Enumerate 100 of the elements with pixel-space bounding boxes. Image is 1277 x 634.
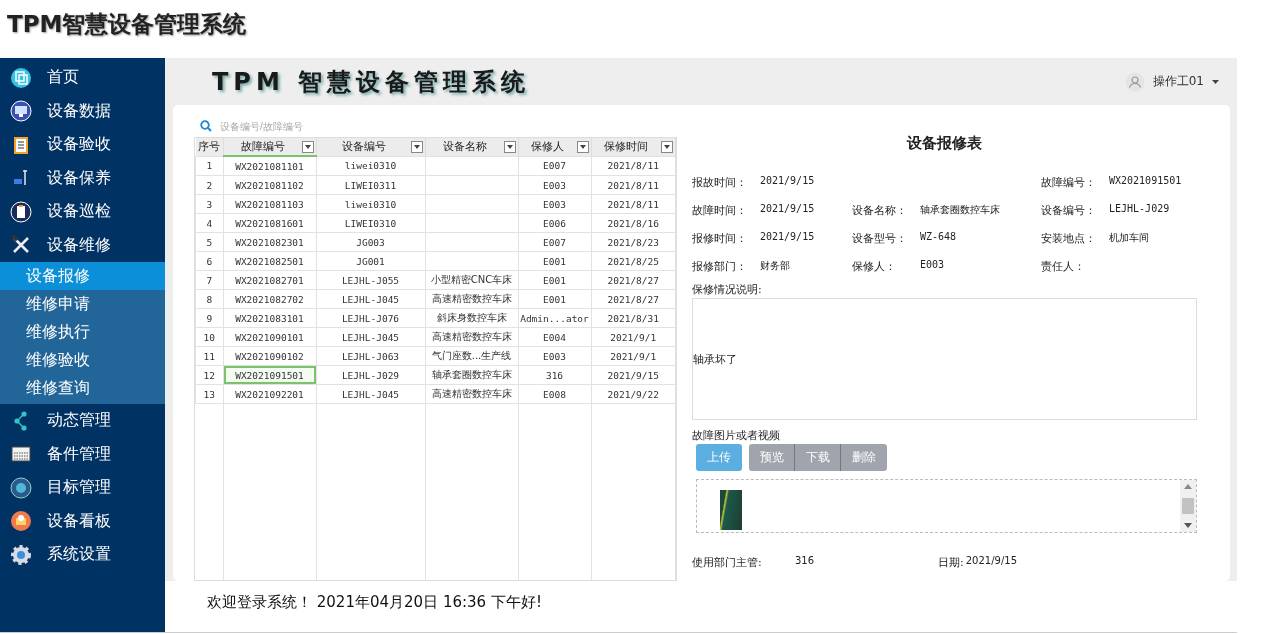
field-value: 财务部 [760,258,790,273]
field-value: 316 [795,555,816,568]
scroll-down-icon[interactable] [1184,523,1192,528]
sidebar-item[interactable]: 备件管理 [0,437,165,471]
table-cell: E007 [518,232,591,252]
sidebar-item[interactable]: 设备数据 [0,94,165,128]
field-label: 报修时间： [692,230,748,246]
table-cell: 2 [195,175,223,195]
table-cell[interactable]: WX2021083101 [223,308,316,328]
table-cell: 10 [195,327,223,347]
field-value: 2021/9/15 [965,555,1017,568]
copy-icon [10,66,32,89]
filter-dropdown[interactable] [410,140,423,153]
scroll-up-icon[interactable] [1184,484,1192,489]
table-cell: E008 [518,384,591,404]
sidebar-item[interactable]: 动态管理 [0,404,165,438]
sidebar-item[interactable]: 首页 [0,61,165,95]
sidebar-item[interactable]: 目标管理 [0,471,165,505]
field-label: 安装地点： [1041,230,1097,246]
filter-dropdown[interactable] [301,140,314,153]
table-cell: LEJHL-J045 [316,384,425,404]
sidebar-item[interactable]: 设备验收 [0,128,165,162]
scrollbar[interactable] [1180,480,1196,532]
user-name[interactable]: 操作工01 [1152,73,1204,90]
submenu-item[interactable]: 维修申请 [0,290,165,318]
table-cell: E003 [518,346,591,366]
filter-dropdown[interactable] [503,140,516,153]
table-cell: 1 [195,156,223,176]
table-cell: 气门座数...生产线 [425,346,518,366]
description-field[interactable]: 轴承坏了 [692,298,1197,420]
table-cell: 小型精密CNC车床 [425,270,518,290]
submenu-item[interactable]: 维修执行 [0,318,165,346]
field-value: E003 [920,258,945,272]
table-cell: 2021/8/27 [591,270,676,290]
table-cell[interactable]: WX2021082301 [223,232,316,252]
filter-dropdown[interactable] [661,140,673,153]
table-cell: JG003 [316,232,425,252]
table-cell[interactable]: WX2021092201 [223,384,316,404]
table-cell: liwei0310 [316,156,425,176]
table-cell: 12 [195,365,223,385]
sidebar-item[interactable]: 设备看板 [0,504,165,538]
submenu-item[interactable]: 设备报修 [0,262,165,290]
table-cell[interactable]: WX2021081101 [223,156,316,176]
table-cell: 2021/8/23 [591,232,676,252]
table-cell: JG001 [316,251,425,271]
scrollbar-thumb[interactable] [1182,498,1194,514]
search-icon [200,120,212,132]
page-title: TPM智慧设备管理系统 [6,10,248,39]
sidebar-item[interactable]: 系统设置 [0,538,165,572]
table-cell: liwei0310 [316,194,425,214]
table-cell: E006 [518,213,591,233]
photo-placeholder[interactable] [720,490,742,530]
field-label: 日期: [938,555,964,570]
sidebar-item[interactable]: 设备保养 [0,161,165,195]
app-title: TPM 智慧设备管理系统 [212,66,531,98]
column-header[interactable]: 故障编号 [223,138,316,156]
table-cell: 2021/8/27 [591,289,676,309]
field-value: WX2021091501 [1109,174,1182,188]
submenu-item[interactable]: 维修查询 [0,374,165,402]
column-header[interactable]: 设备名称 [425,138,518,156]
section-label: 故障图片或者视频 [692,428,781,444]
table-cell: 4 [195,213,223,233]
table-cell: 2021/9/1 [591,327,676,347]
field-label: 责任人： [1041,258,1086,274]
table-cell[interactable]: WX2021081601 [223,213,316,233]
table-cell: 5 [195,232,223,252]
table-cell[interactable]: WX2021090101 [223,327,316,347]
caret-icon[interactable] [1212,79,1219,84]
field-label: 设备编号： [1041,202,1097,218]
section-label: 保修情况说明: [692,282,763,298]
table-cell[interactable]: WX2021081102 [223,175,316,195]
column-header[interactable]: 保修时间 [591,138,676,156]
table-cell[interactable]: WX2021081103 [223,194,316,214]
table-cell: 高速精密数控车床 [425,384,518,404]
search-field[interactable]: 设备编号/故障编号 [218,119,422,133]
table-cell: 2021/8/25 [591,251,676,271]
table-cell: 2021/8/16 [591,213,676,233]
table-cell: 高速精密数控车床 [425,327,518,347]
field-value: 2021/9/15 [760,174,815,188]
column-header[interactable]: 序号 [195,138,223,156]
table-cell: LIWEI0310 [316,213,425,233]
table-cell: 2021/8/11 [591,194,676,214]
field-label: 使用部门主管: [692,555,763,570]
column-header[interactable]: 保修人 [518,138,591,156]
field-label: 设备型号： [852,230,908,246]
sidebar-item[interactable]: 设备巡检 [0,195,165,229]
filter-dropdown[interactable] [576,140,589,153]
table-cell: LEJHL-J063 [316,346,425,366]
table-cell[interactable]: WX2021090102 [223,346,316,366]
table-cell[interactable]: WX2021082702 [223,289,316,309]
column-header[interactable]: 设备编号 [316,138,425,156]
table-cell: 斜床身数控车床 [425,308,518,328]
table-cell[interactable]: WX2021082501 [223,251,316,271]
table-cell[interactable]: WX2021082701 [223,270,316,290]
table-cell: 316 [518,365,591,385]
submenu-item[interactable]: 维修验收 [0,346,165,374]
sidebar-item[interactable]: 设备维修 [0,228,165,262]
monitor-icon [10,100,32,123]
table-cell: E007 [518,156,591,176]
field-label: 保修人： [852,258,897,274]
